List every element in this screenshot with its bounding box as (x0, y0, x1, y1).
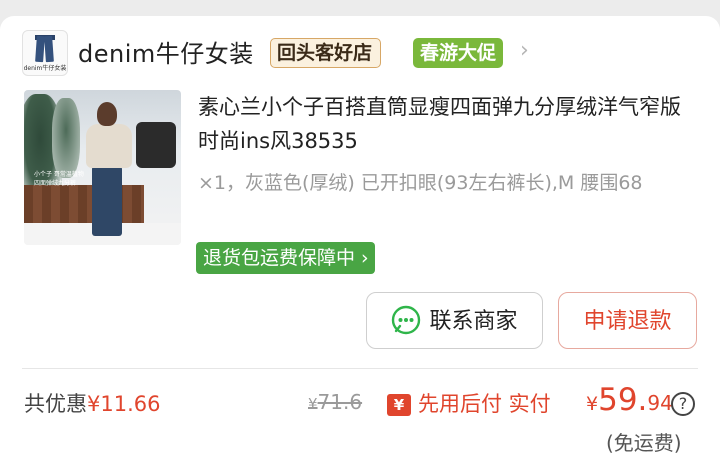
photo-model-jeans (92, 166, 122, 236)
photo-tree-small (52, 98, 80, 178)
product-title[interactable]: 素心兰小个子百搭直筒显瘦四面弹九分厚绒洋气窄版时尚ins风38535 (198, 90, 688, 158)
original-price-symbol: ¥ (308, 395, 318, 413)
pay-later-icon: ¥ (387, 394, 411, 416)
photo-model-coat (86, 124, 132, 168)
photo-bag (136, 122, 176, 168)
loyal-customer-badge: 回头客好店 (270, 38, 382, 68)
shop-name[interactable]: denim牛仔女装 (78, 34, 254, 69)
wechat-icon (392, 305, 421, 335)
actual-price-symbol: ¥ (586, 393, 599, 415)
chevron-right-icon[interactable]: › (520, 38, 529, 63)
actual-price-decimal: 94 (647, 391, 673, 415)
product-image[interactable]: 小个子 哥常温植物 四面弹绒九分裤 (24, 90, 181, 245)
request-refund-button[interactable]: 申请退款 (558, 292, 697, 349)
shipping-note: (免运费) (606, 431, 682, 455)
logo-jeans-right-leg (44, 35, 54, 63)
photo-overlay-text: 小个子 哥常温植物 四面弹绒九分裤 (34, 170, 84, 188)
original-price-value: 71.6 (317, 390, 363, 414)
return-shipping-guarantee[interactable]: 退货包运费保障中 › (196, 242, 375, 274)
pay-later-label: 先用后付 实付 (418, 392, 551, 416)
original-price: ¥71.6 (308, 390, 362, 414)
photo-overlay-line: 四面弹绒九分裤 (34, 180, 77, 187)
discount-label: 共优惠 (24, 392, 87, 416)
photo-model-head (97, 102, 117, 126)
contact-seller-button[interactable]: 联系商家 (366, 292, 543, 349)
divider (22, 368, 698, 369)
actual-price: ¥59.94 (586, 382, 673, 418)
order-card: denim牛仔女装 denim牛仔女装 回头客好店 春游大促 › 小个子 哥常温… (0, 16, 720, 464)
product-specs: ×1，灰蓝色(厚绒) 已开扣眼(93左右裤长),M 腰围68 (198, 172, 643, 194)
discount-summary: 共优惠¥11.66 (24, 388, 160, 418)
shop-logo[interactable]: denim牛仔女装 (22, 30, 68, 76)
actual-price-integer: 59. (598, 382, 648, 418)
spring-promo-badge: 春游大促 (413, 38, 504, 68)
help-icon[interactable]: ? (671, 392, 695, 416)
discount-amount: ¥11.66 (87, 392, 161, 416)
shop-logo-text: denim牛仔女装 (23, 65, 67, 72)
photo-overlay-line: 小个子 哥常温植物 (34, 171, 84, 178)
contact-seller-label: 联系商家 (429, 309, 518, 334)
